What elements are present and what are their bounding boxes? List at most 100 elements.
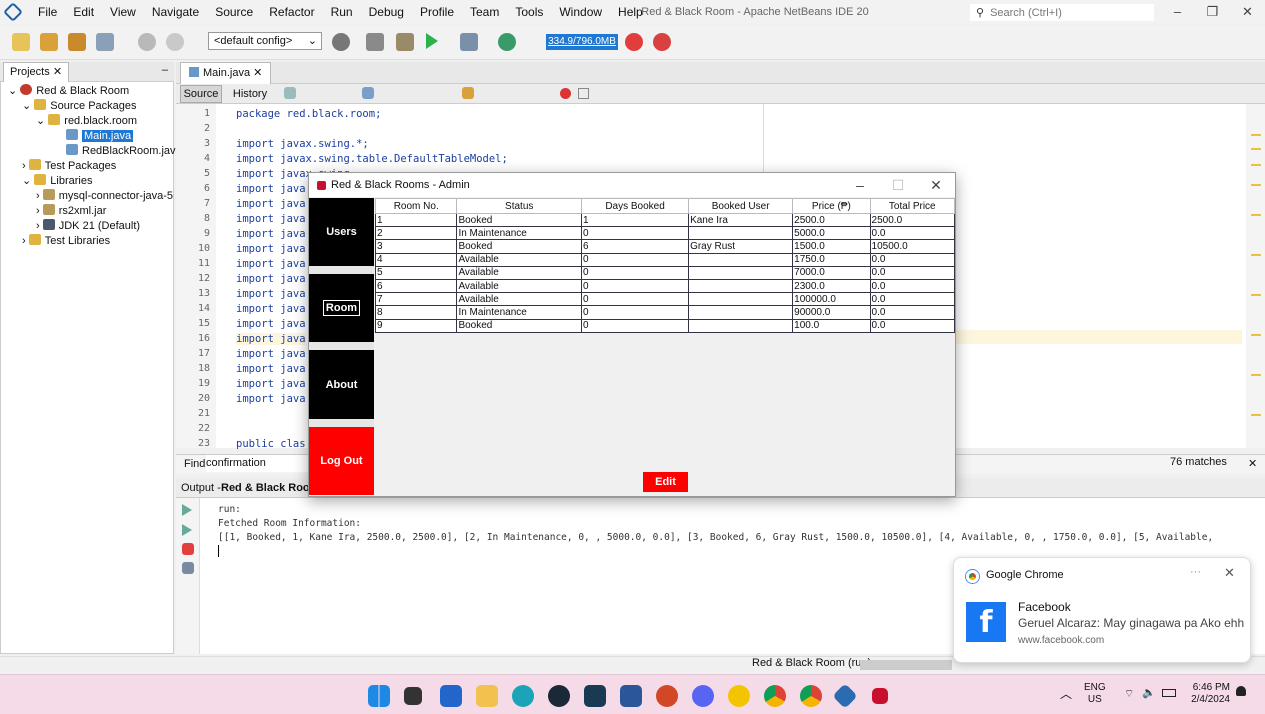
- table-cell[interactable]: 4: [374, 252, 458, 267]
- table-row[interactable]: 2 In Maintenance 0 5000.0 0.0: [374, 226, 956, 241]
- netbeans-taskbar-icon[interactable]: [832, 683, 858, 709]
- table-cell[interactable]: [688, 305, 794, 320]
- close-icon[interactable]: ✕: [1230, 0, 1265, 24]
- table-cell[interactable]: 8: [374, 305, 458, 320]
- table-cell[interactable]: 2: [374, 226, 458, 241]
- table-cell[interactable]: Available: [456, 292, 583, 307]
- menu-profile[interactable]: Profile: [412, 0, 462, 24]
- open-project-icon[interactable]: [68, 33, 86, 51]
- table-row[interactable]: 4 Available 0 1750.0 0.0: [374, 252, 956, 267]
- tray-chevron-icon[interactable]: ︿: [1060, 685, 1072, 702]
- profiler-icon[interactable]: [653, 33, 671, 51]
- table-cell[interactable]: 0: [581, 226, 690, 241]
- table-cell[interactable]: [688, 226, 794, 241]
- task-view-icon[interactable]: [404, 687, 422, 705]
- table-cell[interactable]: Booked: [456, 318, 583, 333]
- table-row[interactable]: 9 Booked 0 100.0 0.0: [374, 318, 956, 333]
- find-icon[interactable]: [362, 87, 374, 99]
- powerpoint-icon[interactable]: [656, 685, 678, 707]
- clean-build-icon[interactable]: [396, 33, 414, 51]
- table-cell[interactable]: Booked: [456, 239, 583, 254]
- table-cell[interactable]: Available: [456, 252, 583, 267]
- table-cell[interactable]: 0: [581, 278, 690, 294]
- discord-icon[interactable]: [692, 685, 714, 707]
- tree-item-test-libraries[interactable]: › Test Libraries: [22, 234, 110, 249]
- app-icon[interactable]: [728, 685, 750, 707]
- bookmark-icon[interactable]: [462, 87, 474, 99]
- nav-room-button[interactable]: Room: [309, 274, 374, 342]
- table-cell[interactable]: Available: [456, 265, 583, 280]
- table-cell[interactable]: [688, 265, 794, 280]
- edit-button[interactable]: Edit: [643, 472, 688, 492]
- table-cell[interactable]: 9: [374, 318, 458, 333]
- run-icon[interactable]: [426, 33, 438, 49]
- table-cell[interactable]: In Maintenance: [456, 226, 583, 241]
- maximize-icon[interactable]: ❐: [1195, 0, 1230, 24]
- minimize-icon[interactable]: –: [841, 173, 879, 197]
- table-cell[interactable]: [688, 278, 794, 294]
- table-cell[interactable]: 1: [374, 212, 458, 228]
- memory-indicator[interactable]: 334.9/796.0MB: [546, 34, 618, 50]
- stripe-mark[interactable]: [1251, 374, 1261, 376]
- table-cell[interactable]: [688, 252, 794, 267]
- save-all-icon[interactable]: [96, 33, 114, 51]
- table-cell[interactable]: 0: [581, 292, 690, 307]
- stripe-mark[interactable]: [1251, 294, 1261, 296]
- close-find-icon[interactable]: ✕: [1248, 457, 1257, 470]
- column-header[interactable]: Price (₱): [792, 198, 871, 214]
- menu-file[interactable]: File: [30, 0, 65, 24]
- menu-view[interactable]: View: [102, 0, 144, 24]
- column-header[interactable]: Room No.: [374, 198, 458, 214]
- close-icon[interactable]: ✕: [1224, 565, 1235, 581]
- history-button[interactable]: History: [228, 85, 272, 103]
- menu-team[interactable]: Team: [462, 0, 507, 24]
- table-cell[interactable]: 10500.0: [869, 239, 956, 254]
- file-explorer-icon[interactable]: [476, 685, 498, 707]
- stripe-mark[interactable]: [1251, 334, 1261, 336]
- table-row[interactable]: 5 Available 0 7000.0 0.0: [374, 265, 956, 280]
- tree-item-project[interactable]: ⌄ Red & Black Room: [8, 84, 129, 99]
- notification-bell-icon[interactable]: [1236, 686, 1246, 696]
- stripe-mark[interactable]: [1251, 134, 1261, 136]
- close-icon[interactable]: ✕: [917, 173, 955, 197]
- wifi-icon[interactable]: ⌔: [1124, 687, 1134, 701]
- menu-navigate[interactable]: Navigate: [144, 0, 207, 24]
- maximize-icon[interactable]: ☐: [879, 173, 917, 197]
- table-cell[interactable]: 0.0: [869, 318, 956, 333]
- column-header[interactable]: Days Booked: [581, 198, 690, 214]
- volume-icon[interactable]: 🔈: [1142, 686, 1156, 699]
- stripe-mark[interactable]: [1251, 254, 1261, 256]
- new-file-icon[interactable]: [12, 33, 30, 51]
- battery-icon[interactable]: [1162, 689, 1176, 697]
- table-cell[interactable]: 0: [581, 252, 690, 267]
- table-cell[interactable]: 0.0: [869, 265, 956, 280]
- store-icon[interactable]: [440, 685, 462, 707]
- word-icon[interactable]: [620, 685, 642, 707]
- table-cell[interactable]: 5: [374, 265, 458, 280]
- chrome-taskbar-icon[interactable]: [764, 685, 786, 707]
- edge-icon[interactable]: [512, 685, 534, 707]
- chrome-notification[interactable]: Google Chrome ··· ✕ f Facebook Geruel Al…: [953, 557, 1251, 663]
- table-cell[interactable]: 0.0: [869, 305, 956, 320]
- tree-item-rs2xml-jar[interactable]: › rs2xml.jar: [36, 204, 106, 219]
- table-cell[interactable]: 2500.0: [869, 212, 956, 228]
- back-icon[interactable]: [284, 87, 296, 99]
- nav-about-button[interactable]: About: [309, 350, 374, 419]
- minimize-panel-icon[interactable]: –: [162, 64, 168, 76]
- redo-icon[interactable]: [166, 33, 184, 51]
- stripe-mark[interactable]: [1251, 214, 1261, 216]
- table-cell[interactable]: 90000.0: [792, 305, 871, 320]
- debug-icon[interactable]: [460, 33, 478, 51]
- menu-source[interactable]: Source: [207, 0, 261, 24]
- source-button[interactable]: Source: [180, 85, 222, 103]
- tab-main-java[interactable]: Main.java ✕: [180, 62, 272, 84]
- java-app-taskbar-icon[interactable]: [872, 688, 888, 704]
- table-cell[interactable]: 0.0: [869, 226, 956, 241]
- stripe-mark[interactable]: [1251, 164, 1261, 166]
- menu-refactor[interactable]: Refactor: [261, 0, 322, 24]
- table-row[interactable]: 1 Booked 1 Kane Ira 2500.0 2500.0: [374, 212, 956, 228]
- error-stripe[interactable]: [1246, 104, 1265, 448]
- globe-icon[interactable]: [332, 33, 350, 51]
- table-row[interactable]: 3 Booked 6 Gray Rust 1500.0 10500.0: [374, 239, 956, 254]
- column-header[interactable]: Booked User: [688, 198, 794, 214]
